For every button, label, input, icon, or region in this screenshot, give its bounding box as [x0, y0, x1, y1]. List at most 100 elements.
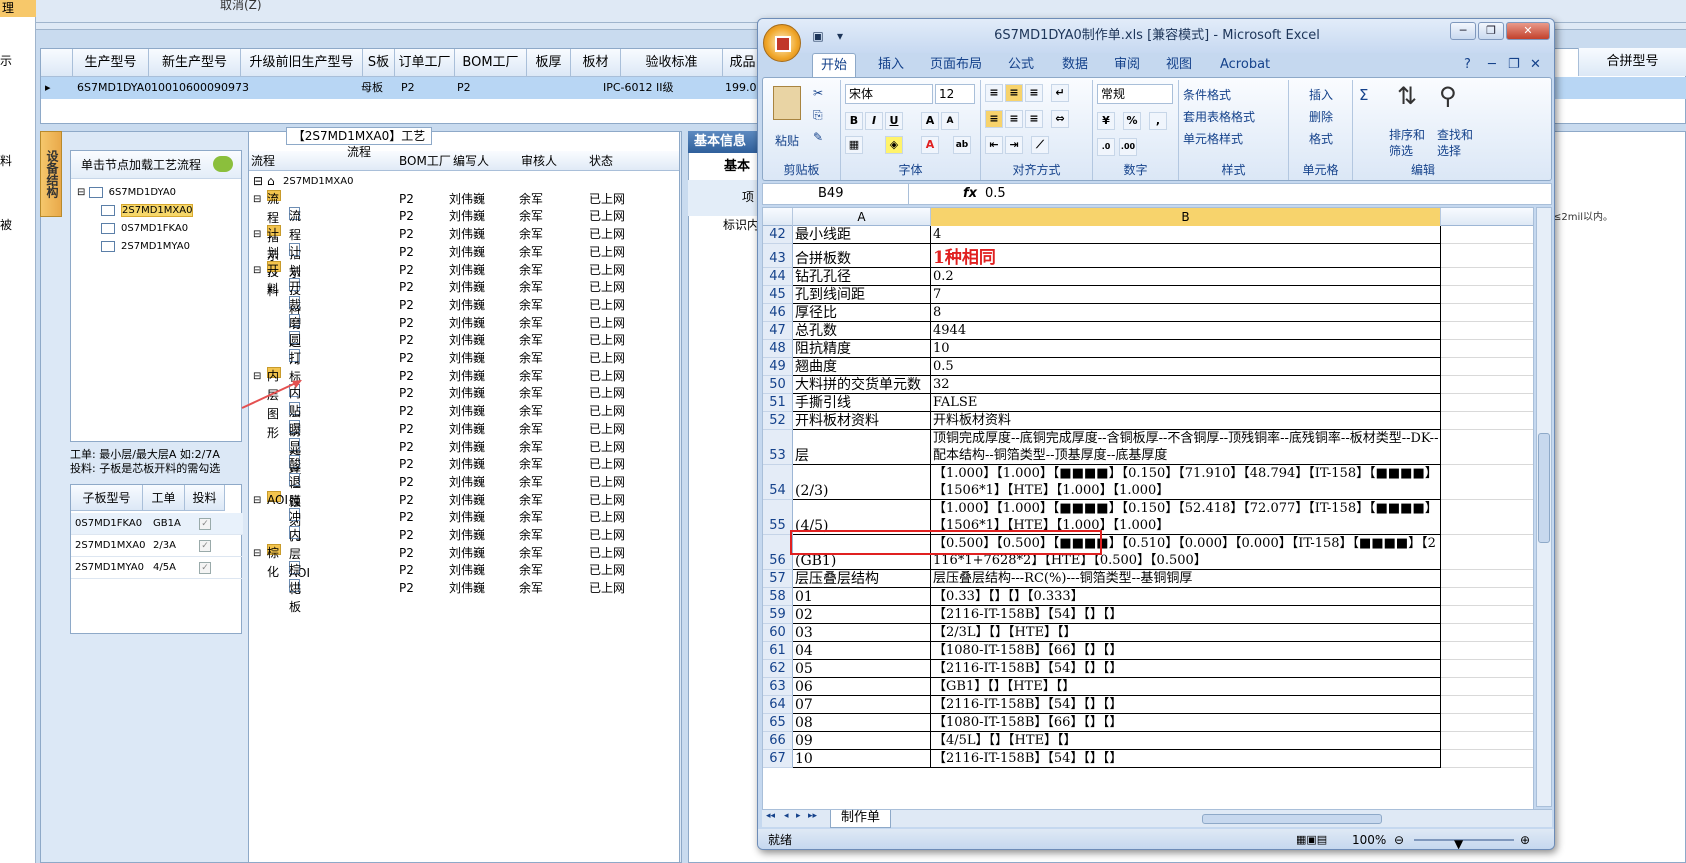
cell-b[interactable]: 【GB1】【】【HTE】【】 — [931, 678, 1441, 696]
cell-c[interactable] — [1441, 500, 1533, 535]
cell-a[interactable]: 钻孔孔径 — [793, 268, 931, 286]
process-row[interactable]: 曝光P2刘伟巍余军已上网 — [249, 419, 679, 455]
process-row[interactable]: ⊟ 棕化 P2 刘伟巍 余军 已上网 — [249, 543, 679, 579]
row-header[interactable]: 56 — [763, 535, 793, 570]
cancel-button[interactable]: 取消(Z) — [220, 0, 262, 13]
cell-b[interactable]: 【4/5L】【】【HTE】【】 — [931, 732, 1441, 750]
cell-b[interactable]: 顶铜完成厚度--底铜完成厚度--含铜板厚--不含铜厚--顶残铜率--底残铜率--… — [931, 430, 1441, 465]
wrap-text-icon[interactable]: ↵ — [1051, 84, 1069, 102]
row-header[interactable]: 47 — [763, 322, 793, 340]
format-as-table-button[interactable]: 套用表格格式 — [1183, 108, 1255, 125]
cell-c[interactable] — [1441, 322, 1533, 340]
row-header[interactable]: 49 — [763, 358, 793, 376]
collapse-icon[interactable]: ⊟ — [253, 172, 263, 191]
sheet-row[interactable]: 66 09 【4/5L】【】【HTE】【】 — [763, 732, 1533, 750]
row-header[interactable]: 46 — [763, 304, 793, 322]
cell-c[interactable] — [1441, 696, 1533, 714]
cell-b[interactable]: 【2/3L】【】【HTE】【】 — [931, 624, 1441, 642]
cell-b[interactable]: 【2116-IT-158B】【54】【】【】 — [931, 750, 1441, 768]
cell-b[interactable]: 【1.000】【1.000】【■■■■】【0.150】【71.910】【48.7… — [931, 465, 1441, 500]
row-header[interactable]: 55 — [763, 500, 793, 535]
process-row[interactable]: ⊟ 流程指示 P2 刘伟巍 余军 已上网 — [249, 189, 679, 263]
sheet-row[interactable]: 53 层顶铜完成厚度--底铜完成厚度--含铜板厚--不含铜厚--顶残铜率--底残铜… — [763, 430, 1533, 465]
grid-header[interactable]: 新生产型号 — [149, 49, 241, 77]
borders-icon[interactable]: ▦ — [845, 136, 863, 154]
cell-b[interactable]: 开料板材资料 — [931, 412, 1441, 430]
bold-button[interactable]: B — [845, 112, 863, 130]
tab-review[interactable]: 审阅 — [1114, 53, 1140, 77]
row-header[interactable]: 57 — [763, 570, 793, 588]
cell-b[interactable]: 32 — [931, 376, 1441, 394]
row-header[interactable]: 42 — [763, 226, 793, 244]
tab-view[interactable]: 视图 — [1166, 53, 1192, 77]
row-header[interactable]: 65 — [763, 714, 793, 732]
grid-header[interactable]: 验收标准 — [621, 49, 723, 77]
row-header[interactable]: 50 — [763, 376, 793, 394]
sheet-row[interactable]: 65 08 【1080-IT-158B】【66】【】【】 — [763, 714, 1533, 732]
process-row[interactable]: 内层前处理P2刘伟巍余军已上网 — [249, 384, 679, 476]
ribbon-restore-icon[interactable]: ❐ — [1508, 53, 1520, 77]
cell-a[interactable]: 08 — [793, 714, 931, 732]
cell-c[interactable] — [1441, 624, 1533, 642]
cell-a[interactable]: 总孔数 — [793, 322, 931, 340]
cell-a[interactable]: 01 — [793, 588, 931, 606]
find-select-label[interactable]: 查找和 — [1437, 126, 1473, 143]
close-button[interactable]: ✕ — [1506, 22, 1550, 40]
sheet-row[interactable]: 57 层压叠层结构 层压叠层结构---RC(%)---铜箔类型--基铜铜厚 — [763, 570, 1533, 588]
table-cell[interactable]: P2 — [457, 77, 471, 99]
sheet-row[interactable]: 49 翘曲度 0.5 — [763, 358, 1533, 376]
font-size-select[interactable]: 12 — [935, 84, 975, 104]
process-row[interactable]: 圆角P2刘伟巍余军已上网 — [249, 331, 679, 366]
left-strip-char[interactable]: 示 — [0, 52, 12, 69]
row-header[interactable]: 43 — [763, 244, 793, 268]
sheet-tab[interactable]: 制作单 — [830, 810, 892, 828]
cut-icon[interactable]: ✂ — [813, 86, 823, 100]
row-header[interactable]: 51 — [763, 394, 793, 412]
cell-a[interactable]: 层压叠层结构 — [793, 570, 931, 588]
process-row[interactable]: ⊟ 开料 P2 刘伟巍 余军 已上网 — [249, 260, 679, 296]
vertical-scrollbar[interactable] — [1536, 207, 1552, 807]
cell-c[interactable] — [1441, 732, 1533, 750]
row-header[interactable]: 67 — [763, 750, 793, 768]
increase-decimal-icon[interactable]: .0 — [1097, 138, 1115, 156]
cell-a[interactable]: 层 — [793, 430, 931, 465]
grid-cell[interactable]: 标识内 — [723, 216, 759, 233]
grid-header[interactable]: 投料 — [185, 485, 225, 511]
process-row[interactable]: 冲孔P2刘伟巍余军已上网 — [249, 508, 679, 543]
cell-c[interactable] — [1441, 642, 1533, 660]
cell-a[interactable]: 大料拼的交货单元数 — [793, 376, 931, 394]
orientation-icon[interactable]: ⟋ — [1031, 136, 1049, 154]
sheet-row[interactable]: 64 07 【2116-IT-158B】【54】【】【】 — [763, 696, 1533, 714]
process-row[interactable]: 磨边P2刘伟巍余军已上网 — [249, 313, 679, 349]
cell-c[interactable] — [1441, 606, 1533, 624]
cell-a[interactable]: 阻抗精度 — [793, 340, 931, 358]
cell-a[interactable]: 孔到线间距 — [793, 286, 931, 304]
table-cell[interactable]: 6S7MD1DYA0 — [77, 77, 151, 99]
tab-basic[interactable]: 基本 — [692, 156, 762, 178]
percent-icon[interactable]: % — [1123, 112, 1141, 130]
cell-a[interactable]: 06 — [793, 678, 931, 696]
sheet-row[interactable]: 42 最小线距 4 — [763, 226, 1533, 244]
cell-c[interactable] — [1441, 465, 1533, 500]
process-row[interactable]: 烘板 P2 刘伟巍 余军 已上网 — [249, 579, 679, 614]
zoom-in-icon[interactable]: ⊕ — [1520, 829, 1530, 849]
cell-styles-button[interactable]: 单元格样式 — [1183, 130, 1243, 147]
cell-c[interactable] — [1441, 430, 1533, 465]
restore-button[interactable]: ❐ — [1478, 22, 1504, 40]
tab-insert[interactable]: 插入 — [878, 53, 904, 77]
zoom-out-icon[interactable]: ⊖ — [1394, 829, 1404, 849]
checkbox[interactable]: ✓ — [199, 518, 211, 530]
process-row[interactable]: 棕化P2刘伟巍余军已上网 — [249, 561, 679, 596]
view-normal-icon[interactable]: ▦▣▤ — [1296, 829, 1327, 849]
align-right-icon[interactable]: ≡ — [1025, 110, 1043, 128]
cell-a[interactable]: 翘曲度 — [793, 358, 931, 376]
merge-center-icon[interactable]: ⇔ — [1051, 110, 1069, 128]
left-strip-char[interactable]: 被 — [0, 216, 12, 233]
row-header[interactable]: 53 — [763, 430, 793, 465]
align-top-icon[interactable]: ≡ — [985, 84, 1003, 102]
decrease-decimal-icon[interactable]: .00 — [1119, 138, 1137, 156]
last-sheet-icon[interactable]: ▸▸ — [808, 811, 817, 821]
cell-c[interactable] — [1441, 394, 1533, 412]
zoom-slider-thumb[interactable]: ▼ — [1454, 833, 1463, 849]
process-row[interactable]: 内层AOIP2刘伟巍余军已上网 — [249, 526, 679, 580]
